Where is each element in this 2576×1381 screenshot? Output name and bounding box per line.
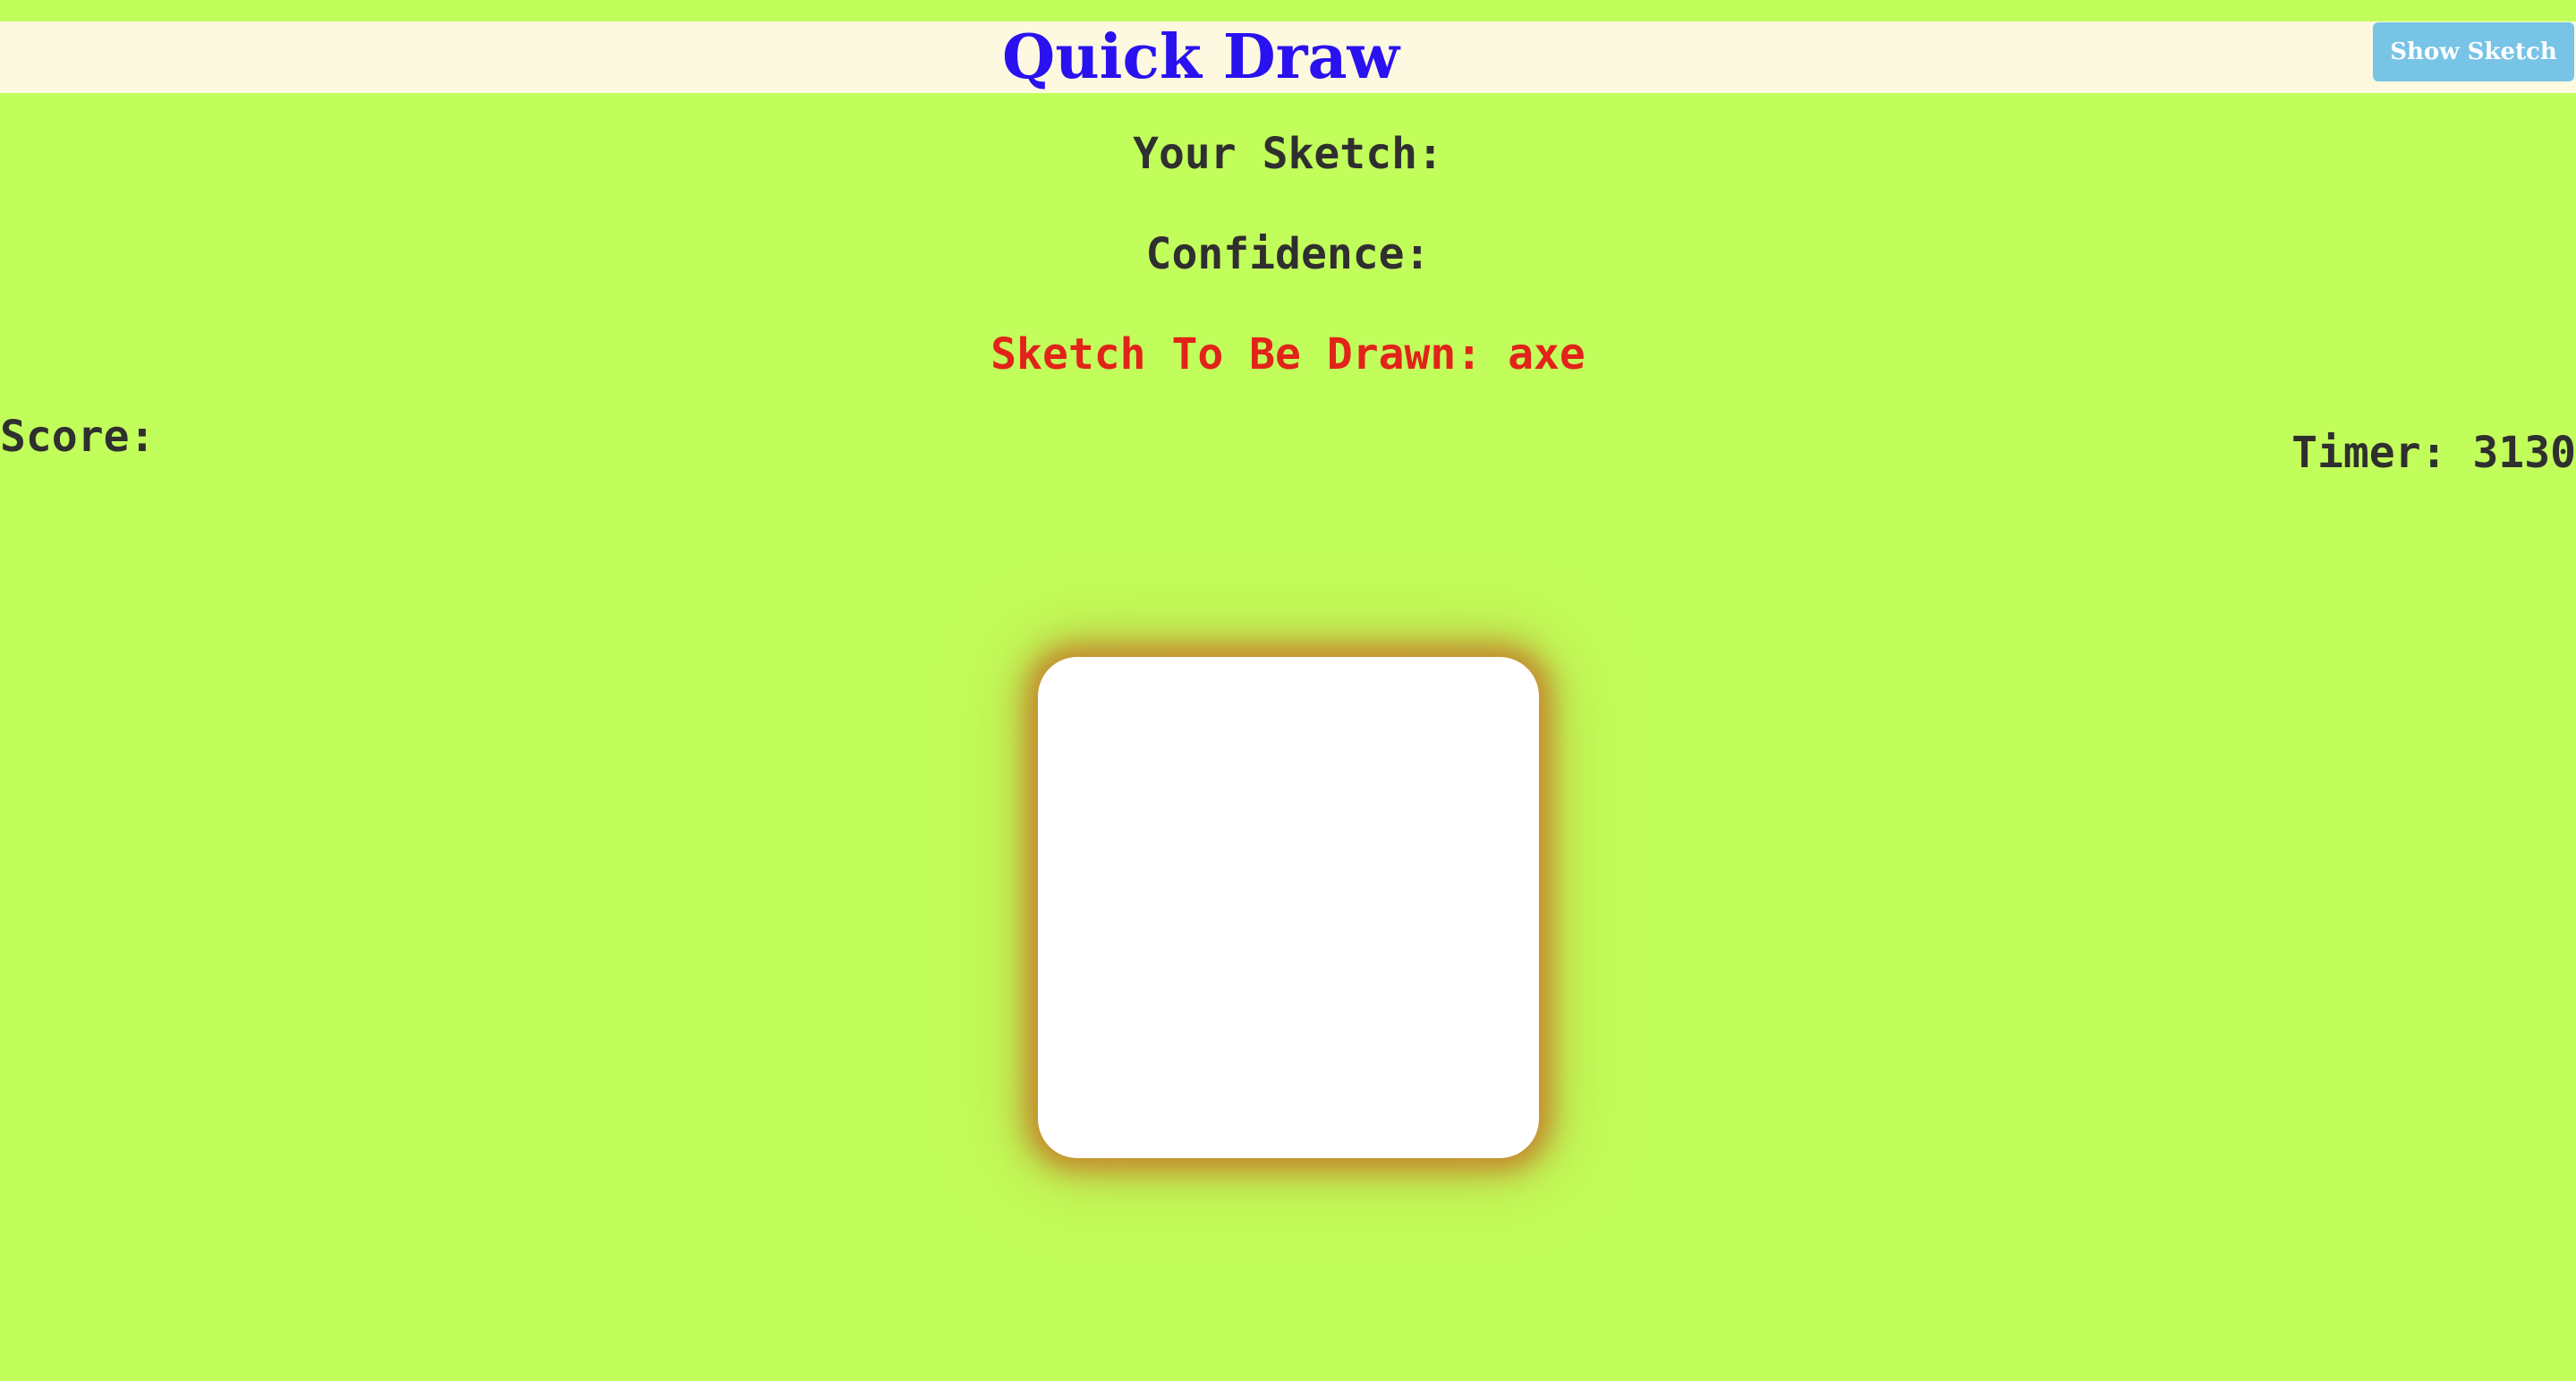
app-title: Quick Draw — [1002, 21, 1400, 93]
header-bar: Quick Draw Show Sketch — [0, 21, 2576, 93]
target-sketch-label: Sketch To Be Drawn: axe — [990, 329, 1586, 379]
show-sketch-button[interactable]: Show Sketch — [2373, 22, 2574, 81]
your-sketch-label: Your Sketch: — [1133, 129, 1443, 179]
score-label: Score: — [0, 412, 156, 462]
drawing-canvas[interactable] — [1038, 657, 1539, 1158]
confidence-label: Confidence: — [1145, 229, 1431, 279]
timer-label: Timer: 3130 — [2291, 428, 2576, 478]
